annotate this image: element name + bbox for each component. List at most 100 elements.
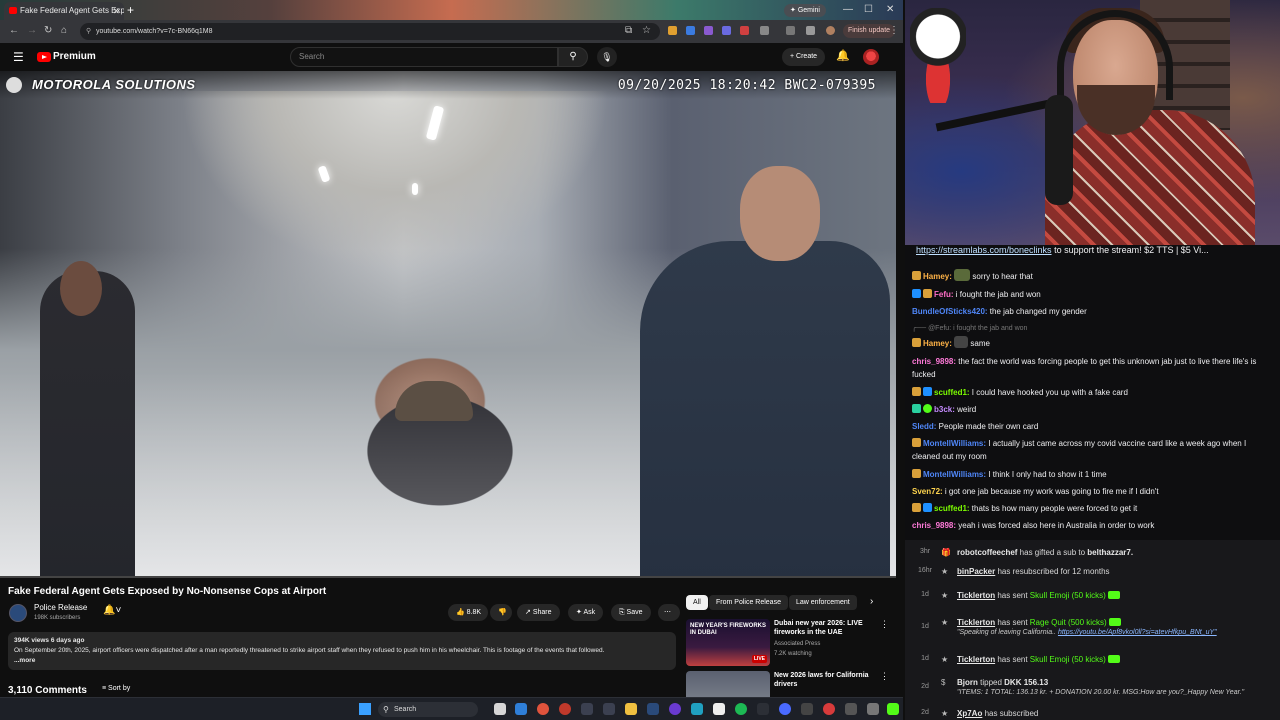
- subscription-bell-icon[interactable]: 🔔˅: [103, 605, 121, 616]
- chat-username[interactable]: chris_9898:: [912, 521, 956, 530]
- notifications-bell-icon[interactable]: 🔔: [836, 49, 850, 62]
- search-button[interactable]: ⚲: [558, 47, 588, 67]
- app-icon[interactable]: [801, 703, 813, 715]
- streamlabs-link[interactable]: https://streamlabs.com/boneclinks: [916, 245, 1052, 255]
- ask-button[interactable]: ✦ Ask: [568, 604, 604, 621]
- chrome-icon[interactable]: [537, 703, 549, 715]
- extension-icon[interactable]: [686, 26, 695, 35]
- new-tab-button[interactable]: +: [127, 2, 134, 18]
- close-window-icon[interactable]: ✕: [886, 2, 894, 18]
- event-user[interactable]: Ticklerton: [957, 655, 995, 664]
- share-button[interactable]: ↗ Share: [517, 604, 560, 621]
- browser-menu-icon[interactable]: ⋮: [889, 25, 899, 37]
- app-icon[interactable]: [845, 703, 857, 715]
- chevron-right-icon[interactable]: ›: [870, 596, 873, 607]
- windows-start-icon[interactable]: [359, 703, 371, 715]
- voice-search-button[interactable]: 🎙: [597, 47, 617, 67]
- recommended-channel[interactable]: Associated Press: [774, 641, 820, 647]
- video-thumbnail[interactable]: NEW YEAR'S FIREWORKS IN DUBAI LIVE: [686, 619, 770, 666]
- taskbar-search-input[interactable]: ⚲ Search: [378, 702, 478, 717]
- video-description[interactable]: 394K views 6 days ago On September 20th,…: [8, 632, 676, 670]
- chat-username[interactable]: scuffed1:: [934, 388, 970, 397]
- more-options-icon[interactable]: ⋮: [880, 619, 889, 630]
- event-user[interactable]: Ticklerton: [957, 618, 995, 627]
- back-icon[interactable]: ←: [9, 25, 19, 37]
- file-explorer-icon[interactable]: [625, 703, 637, 715]
- side-panel-icon[interactable]: [786, 26, 795, 35]
- dislike-button[interactable]: 👎: [490, 604, 512, 621]
- maximize-icon[interactable]: ☐: [864, 2, 873, 18]
- search-input[interactable]: Search: [290, 47, 558, 67]
- app-icon[interactable]: [581, 703, 593, 715]
- account-avatar[interactable]: [863, 49, 879, 65]
- install-icon[interactable]: ⧉: [625, 25, 632, 37]
- event-message-link[interactable]: https://youtu.be/Apf8vkol0ll?si=atevHfkp…: [1058, 629, 1217, 636]
- extension-icon[interactable]: [704, 26, 713, 35]
- youtube-logo-icon[interactable]: [37, 52, 51, 62]
- event-user[interactable]: Xp7Ao: [957, 709, 982, 718]
- video-thumbnail[interactable]: [686, 671, 770, 697]
- steam-icon[interactable]: [647, 703, 659, 715]
- channel-name[interactable]: Police Release: [34, 603, 87, 612]
- event-user[interactable]: Ticklerton: [957, 591, 995, 600]
- event-user[interactable]: Bjorn: [957, 678, 978, 687]
- chat-username[interactable]: Hamey:: [923, 339, 952, 348]
- forward-icon[interactable]: →: [27, 25, 37, 37]
- recommended-title[interactable]: New 2026 laws for California drivers: [774, 671, 882, 689]
- chat-username[interactable]: chris_9898:: [912, 357, 956, 366]
- chat-username[interactable]: MontellWilliams:: [923, 470, 986, 479]
- recommended-video[interactable]: NEW YEAR'S FIREWORKS IN DUBAI LIVE Dubai…: [686, 619, 901, 669]
- like-button[interactable]: 👍 8.8K: [448, 604, 488, 621]
- home-icon[interactable]: ⌂: [61, 25, 67, 37]
- channel-avatar[interactable]: [9, 604, 27, 622]
- recommended-title[interactable]: Dubai new year 2026: LIVE fireworks in t…: [774, 619, 882, 637]
- menu-icon[interactable]: ☰: [13, 50, 24, 64]
- site-info-icon[interactable]: ⚲: [86, 23, 91, 40]
- task-view-icon[interactable]: [494, 703, 506, 715]
- app-icon[interactable]: [603, 703, 615, 715]
- chat-username[interactable]: Sledd:: [912, 422, 936, 431]
- chat-username[interactable]: b3ck:: [934, 405, 955, 414]
- minimize-icon[interactable]: —: [843, 2, 853, 18]
- reload-icon[interactable]: ↻: [44, 25, 52, 37]
- app-icon[interactable]: [669, 703, 681, 715]
- app-icon[interactable]: [867, 703, 879, 715]
- address-bar[interactable]: ⚲ youtube.com/watch?v=7c-BN66q1M8: [80, 23, 660, 40]
- more-actions-button[interactable]: ⋯: [658, 604, 680, 621]
- app-icon[interactable]: [757, 703, 769, 715]
- video-progress-bar[interactable]: [0, 576, 896, 578]
- sort-comments-button[interactable]: ≡ Sort by: [102, 685, 130, 692]
- profile-avatar[interactable]: [826, 26, 835, 35]
- chat-username[interactable]: Hamey:: [923, 272, 952, 281]
- close-tab-icon[interactable]: ✕: [112, 2, 120, 20]
- save-button[interactable]: ⎘ Save: [611, 604, 651, 621]
- extension-icon[interactable]: [668, 26, 677, 35]
- event-user[interactable]: robotcoffeechef: [957, 548, 1017, 557]
- more-options-icon[interactable]: ⋮: [880, 671, 889, 682]
- youtube-logo-text[interactable]: Premium: [53, 51, 96, 62]
- obs-icon[interactable]: [713, 703, 725, 715]
- chat-username[interactable]: Sven72:: [912, 487, 943, 496]
- extension-icon[interactable]: [740, 26, 749, 35]
- extensions-puzzle-icon[interactable]: [760, 26, 769, 35]
- app-icon[interactable]: [559, 703, 571, 715]
- recommended-video[interactable]: New 2026 laws for California drivers ⋮: [686, 671, 901, 697]
- chip-from-channel[interactable]: From Police Release: [709, 595, 788, 610]
- downloads-icon[interactable]: [806, 26, 815, 35]
- app-icon[interactable]: [691, 703, 703, 715]
- app-icon[interactable]: [823, 703, 835, 715]
- bookmark-star-icon[interactable]: ☆: [642, 25, 651, 37]
- chip-law-enforcement[interactable]: Law enforcement: [789, 595, 857, 610]
- edge-icon[interactable]: [515, 703, 527, 715]
- chat-username[interactable]: Fefu:: [934, 290, 954, 299]
- event-user[interactable]: binPacker: [957, 567, 995, 576]
- chip-all[interactable]: All: [686, 595, 708, 610]
- video-player[interactable]: MOTOROLA SOLUTIONS 09/20/2025 18:20:42 B…: [0, 71, 896, 578]
- show-more-link[interactable]: ...more: [14, 656, 670, 666]
- browser-tab-active[interactable]: Fake Federal Agent Gets Expos ✕: [4, 2, 124, 20]
- extension-icon[interactable]: [722, 26, 731, 35]
- chat-username[interactable]: scuffed1:: [934, 504, 970, 513]
- app-icon[interactable]: [779, 703, 791, 715]
- kick-icon[interactable]: [887, 703, 899, 715]
- chat-username[interactable]: BundleOfSticks420:: [912, 307, 988, 316]
